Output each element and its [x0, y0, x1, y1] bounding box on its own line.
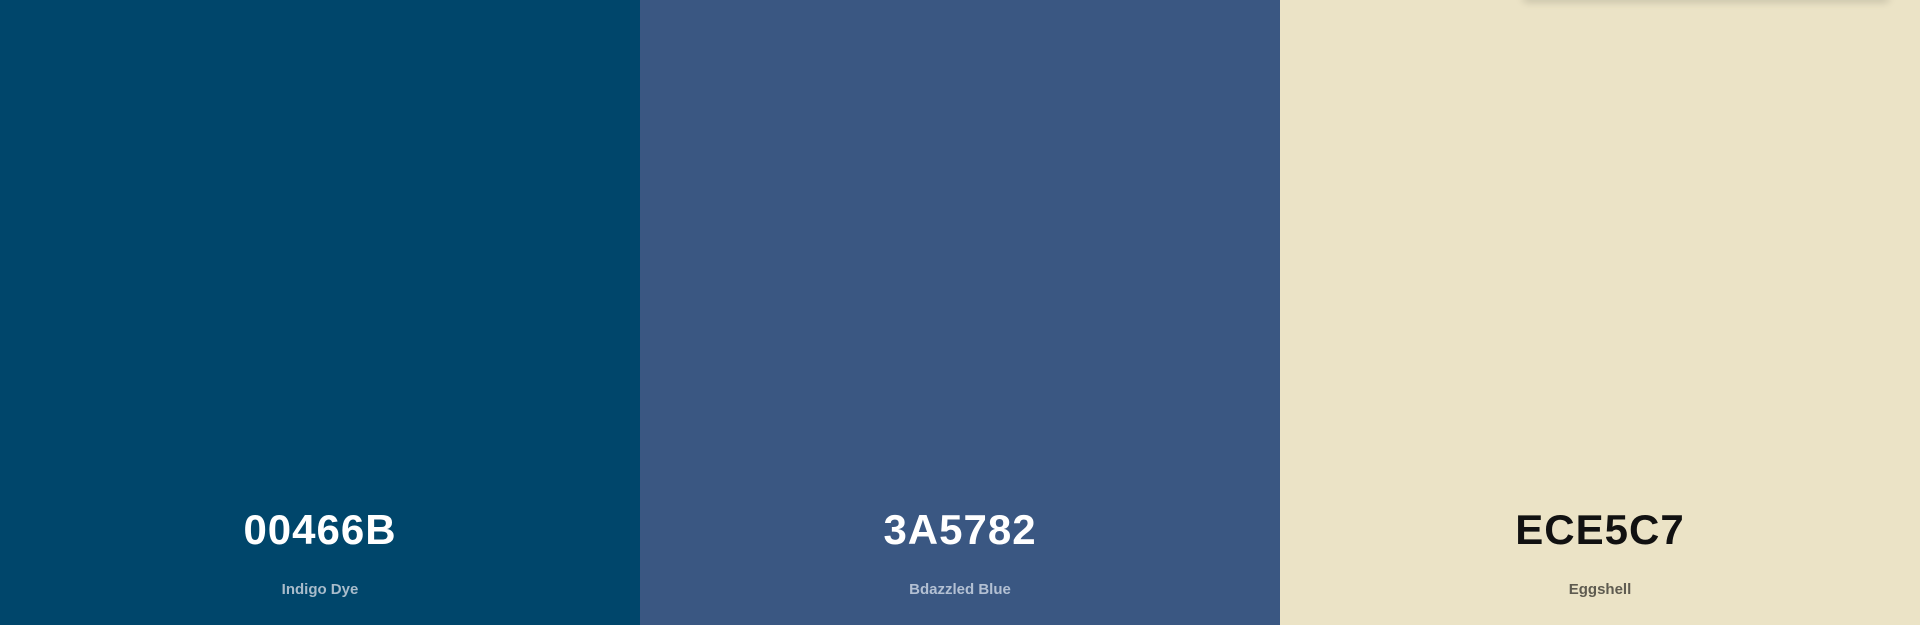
swatch-indigo-dye[interactable]: 00466B Indigo Dye	[0, 0, 640, 625]
swatch-color-name: Eggshell	[1568, 581, 1632, 598]
swatch-hex-code[interactable]: 00466B	[0, 505, 640, 555]
swatch-color-name: Indigo Dye	[281, 581, 359, 598]
swatch-hex-code[interactable]: ECE5C7	[1280, 505, 1920, 555]
swatch-hex-code[interactable]: 3A5782	[640, 505, 1280, 555]
color-palette: 00466B Indigo Dye 3A5782 Bdazzled Blue E…	[0, 0, 1920, 625]
swatch-color-name: Bdazzled Blue	[909, 581, 1011, 598]
swatch-eggshell[interactable]: ECE5C7 Eggshell	[1280, 0, 1920, 625]
swatch-bdazzled-blue[interactable]: 3A5782 Bdazzled Blue	[640, 0, 1280, 625]
